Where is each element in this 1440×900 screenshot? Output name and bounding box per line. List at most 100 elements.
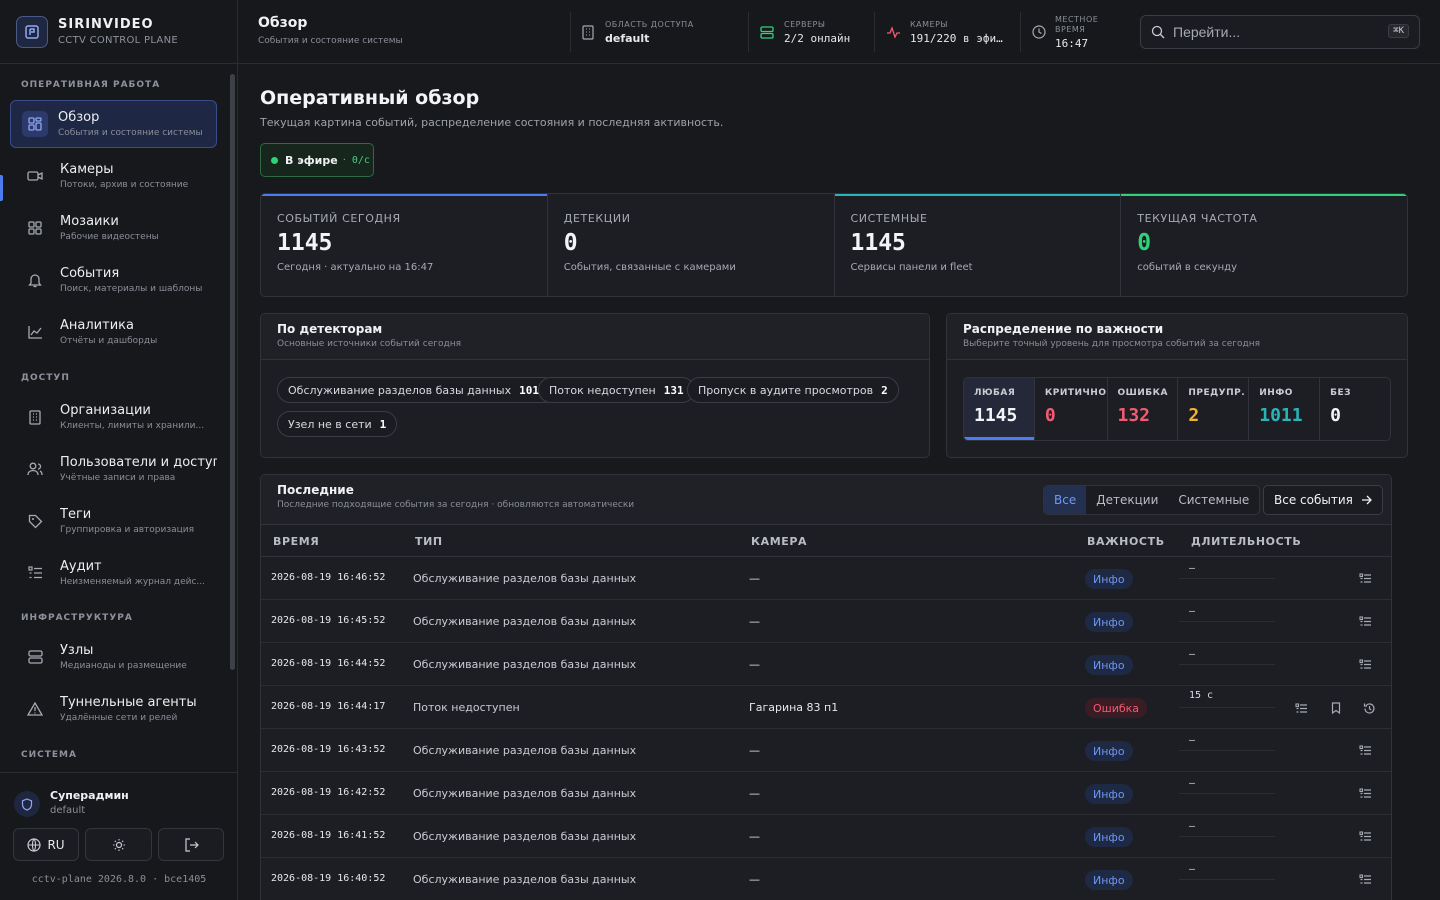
event-duration: – xyxy=(1179,600,1275,622)
table-row[interactable]: 2026-08-19 16:44:17 Поток недоступен Гагар… xyxy=(261,686,1391,729)
table-row[interactable]: 2026-08-19 16:45:52 Обслуживание разделов… xyxy=(261,600,1391,643)
detector-chip[interactable]: Обслуживание разделов базы данных 1011 xyxy=(277,377,557,403)
severity-value: 132 xyxy=(1117,405,1151,426)
sidebar-item-sub: Поиск, материалы и шаблоны xyxy=(60,284,203,294)
tab-all[interactable]: Все xyxy=(1044,486,1087,514)
sidebar-item-users[interactable]: Пользователи и доступ Учётные записи и пр… xyxy=(10,445,217,493)
table-row[interactable]: 2026-08-19 16:41:52 Обслуживание разделов… xyxy=(261,815,1391,858)
severity-any[interactable]: ЛЮБАЯ 1145 xyxy=(964,378,1035,440)
details-icon[interactable] xyxy=(1357,871,1373,887)
language-button[interactable]: RU xyxy=(13,828,79,861)
live-badge[interactable]: В эфире · 0/с xyxy=(260,143,374,177)
severity-info[interactable]: ИНФО 1011 xyxy=(1249,378,1321,440)
stat-sub: Сервисы панели и fleet xyxy=(850,262,973,273)
severity-label: ИНФО xyxy=(1259,388,1293,398)
servers-label: СЕРВЕРЫ xyxy=(784,19,826,29)
detector-chip[interactable]: Узел не в сети 1 xyxy=(277,411,398,437)
sidebar-item-audit[interactable]: Аудит Неизменяемый журнал дейс... xyxy=(10,549,217,597)
logout-button[interactable] xyxy=(158,828,224,861)
panel-title: Распределение по важности xyxy=(963,322,1164,336)
detector-chip[interactable]: Поток недоступен 131 xyxy=(538,377,695,403)
severity-badge: Инфо xyxy=(1085,784,1133,804)
tab-system[interactable]: Системные xyxy=(1168,486,1259,514)
globe-icon xyxy=(27,837,42,852)
table-row[interactable]: 2026-08-19 16:46:52 Обслуживание разделов… xyxy=(261,557,1391,600)
chip-label: Поток недоступен xyxy=(549,383,656,397)
chip-count: 1 xyxy=(379,417,387,431)
divider xyxy=(1020,12,1021,52)
table-row[interactable]: 2026-08-19 16:43:52 Обслуживание разделов… xyxy=(261,729,1391,772)
bookmark-icon[interactable] xyxy=(1328,700,1344,716)
sidebar-item-tunnel-agents[interactable]: Туннельные агенты Удалённые сети и релей xyxy=(10,685,217,733)
top-bar: Обзор События и состояние системы ОБЛАСТ… xyxy=(238,0,1440,64)
event-type: Обслуживание разделов базы данных xyxy=(413,658,637,671)
sidebar-item-analytics[interactable]: Аналитика Отчёты и дашборды xyxy=(10,308,217,356)
severity-critical[interactable]: КРИТИЧНО 0 xyxy=(1035,378,1108,440)
details-icon[interactable] xyxy=(1293,700,1309,716)
sidebar-item-events[interactable]: События Поиск, материалы и шаблоны xyxy=(10,256,217,304)
severity-panel: Распределение по важности Выберите точны… xyxy=(946,313,1408,458)
details-icon[interactable] xyxy=(1357,828,1373,844)
sidebar-item-cameras[interactable]: Камеры Потоки, архив и состояние xyxy=(10,152,217,200)
scope-indicator[interactable]: ОБЛАСТЬ ДОСТУПА default xyxy=(582,0,742,64)
severity-badge: Инфо xyxy=(1085,827,1133,847)
history-icon[interactable] xyxy=(1361,700,1377,716)
search-input[interactable] xyxy=(1173,24,1373,40)
shield-icon xyxy=(14,791,40,817)
tag-icon xyxy=(24,510,46,532)
severity-badge: Ошибка xyxy=(1085,698,1148,718)
live-dot-icon xyxy=(271,156,278,164)
stat-label: СИСТЕМНЫЕ xyxy=(850,212,928,225)
brand-subtitle: CCTV CONTROL PLANE xyxy=(58,35,178,46)
details-icon[interactable] xyxy=(1357,742,1373,758)
pulse-icon xyxy=(887,25,900,39)
divider xyxy=(570,12,571,52)
clock-icon xyxy=(1032,25,1046,39)
severity-value: 1011 xyxy=(1259,405,1303,426)
details-icon[interactable] xyxy=(1357,785,1373,801)
event-duration: – xyxy=(1179,772,1275,794)
sidebar-item-mosaics[interactable]: Мозаики Рабочие видеостены xyxy=(10,204,217,252)
sidebar-item-label: Обзор xyxy=(58,110,100,125)
event-time: 2026-08-19 16:44:17 xyxy=(271,701,386,712)
severity-error[interactable]: ОШИБКА 132 xyxy=(1108,378,1179,440)
details-icon[interactable] xyxy=(1357,613,1373,629)
severity-none[interactable]: БЕЗ 0 xyxy=(1320,378,1390,440)
all-events-button[interactable]: Все события xyxy=(1263,485,1383,515)
section-title: ДОСТУП xyxy=(21,373,70,383)
event-camera: — xyxy=(749,744,760,757)
search-box[interactable]: ⌘K xyxy=(1140,15,1420,49)
sidebar-item-organizations[interactable]: Организации Клиенты, лимиты и хранили... xyxy=(10,393,217,441)
details-icon[interactable] xyxy=(1357,656,1373,672)
table-row[interactable]: 2026-08-19 16:40:52 Обслуживание разделов… xyxy=(261,858,1391,900)
theme-toggle-button[interactable] xyxy=(85,828,152,861)
time-label: ВРЕМЯ xyxy=(1055,24,1086,34)
table-row[interactable]: 2026-08-19 16:44:52 Обслуживание разделов… xyxy=(261,643,1391,686)
severity-selector: ЛЮБАЯ 1145 КРИТИЧНО 0 ОШИБКА 132 ПРЕДУПР. 2 … xyxy=(963,377,1391,441)
sidebar-item-sub: События и состояние системы xyxy=(58,128,203,138)
stat-value: 1145 xyxy=(277,230,333,256)
details-icon[interactable] xyxy=(1357,570,1373,586)
severity-label: ПРЕДУПР. xyxy=(1188,388,1246,398)
event-camera: Гагарина 83 п1 xyxy=(749,701,839,714)
section-title: ИНФРАСТРУКТУРА xyxy=(21,613,133,623)
accent-line xyxy=(1121,194,1407,196)
sidebar-item-tags[interactable]: Теги Группировка и авторизация xyxy=(10,497,217,545)
tab-detections[interactable]: Детекции xyxy=(1086,486,1168,514)
sidebar-item-overview[interactable]: Обзор События и состояние системы xyxy=(10,100,217,148)
detector-chip[interactable]: Пропуск в аудите просмотров 2 xyxy=(687,377,899,403)
severity-label: КРИТИЧНО xyxy=(1044,388,1107,398)
accent-line xyxy=(834,194,1121,196)
stat-label: ДЕТЕКЦИИ xyxy=(563,212,631,225)
event-time: 2026-08-19 16:46:52 xyxy=(271,572,386,583)
page-title: Обзор xyxy=(258,15,308,31)
severity-warning[interactable]: ПРЕДУПР. 2 xyxy=(1178,378,1250,440)
table-row[interactable]: 2026-08-19 16:42:52 Обслуживание разделов… xyxy=(261,772,1391,815)
live-rate: 0/с xyxy=(351,154,370,166)
event-time: 2026-08-19 16:43:52 xyxy=(271,744,386,755)
event-type: Поток недоступен xyxy=(413,701,520,714)
sidebar-item-nodes[interactable]: Узлы Медианоды и размещение xyxy=(10,633,217,681)
sidebar-scrollbar[interactable] xyxy=(230,74,235,670)
severity-badge: Инфо xyxy=(1085,569,1133,589)
event-duration: – xyxy=(1179,858,1275,880)
